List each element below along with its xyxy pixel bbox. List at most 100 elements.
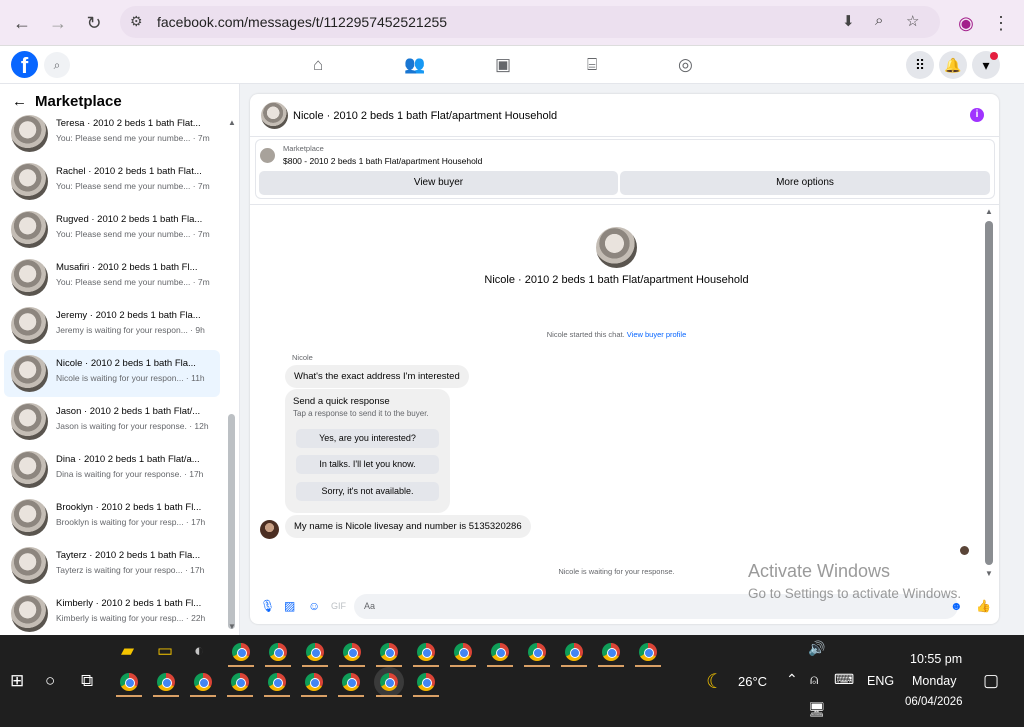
network-icon[interactable]: 🖥 bbox=[808, 701, 826, 718]
search-icon[interactable]: ⌕ bbox=[44, 52, 70, 78]
conversation-item[interactable]: Jeremy · 2010 2 beds 1 bath Fla... Jerem… bbox=[4, 302, 220, 349]
chrome-icon[interactable] bbox=[565, 643, 583, 661]
language-indicator[interactable]: ENG bbox=[867, 674, 894, 688]
emoji-icon[interactable]: ☻ bbox=[950, 599, 963, 613]
volume-icon[interactable]: 🔊 bbox=[808, 640, 825, 657]
running-indicator bbox=[302, 665, 328, 667]
quick-response-button[interactable]: Sorry, it's not available. bbox=[296, 482, 439, 501]
scroll-up-icon[interactable]: ▲ bbox=[985, 207, 993, 216]
conversation-item[interactable]: Kimberly · 2010 2 beds 1 bath Fl... Kimb… bbox=[4, 590, 220, 637]
clock-day[interactable]: Monday bbox=[912, 674, 956, 688]
chrome-icon[interactable] bbox=[454, 643, 472, 661]
groups-icon[interactable]: ◎ bbox=[678, 55, 693, 75]
profile-icon[interactable]: ◉ bbox=[955, 12, 977, 34]
back-arrow-icon[interactable]: ← bbox=[11, 12, 33, 34]
conversation-snippet: Jason is waiting for your response. · 12… bbox=[56, 421, 209, 431]
microphone-icon[interactable]: 🎙 bbox=[260, 599, 275, 613]
chrome-icon[interactable] bbox=[194, 673, 212, 691]
quick-response-button[interactable]: In talks. I'll let you know. bbox=[296, 455, 439, 474]
sidebar-scrollbar[interactable] bbox=[228, 414, 235, 629]
site-settings-icon[interactable]: ⚙ bbox=[130, 13, 143, 30]
chrome-icon[interactable] bbox=[342, 673, 360, 691]
chrome-icon[interactable] bbox=[232, 643, 250, 661]
video-icon[interactable]: ▣ bbox=[495, 55, 511, 75]
back-arrow-icon[interactable]: ← bbox=[12, 93, 27, 110]
chrome-icon[interactable] bbox=[417, 673, 435, 691]
address-bar[interactable]: ⚙ facebook.com/messages/t/11229574525212… bbox=[120, 6, 940, 38]
chrome-icon[interactable] bbox=[639, 643, 657, 661]
chat-scrollbar[interactable] bbox=[985, 221, 993, 565]
chrome-icon[interactable] bbox=[305, 673, 323, 691]
home-icon[interactable]: ⌂ bbox=[313, 55, 323, 75]
browser-menu-icon[interactable]: ⋮ bbox=[990, 12, 1012, 34]
chrome-icon[interactable] bbox=[491, 643, 509, 661]
conversation-name: Jason · 2010 2 beds 1 bath Flat/... bbox=[56, 406, 201, 417]
notification-center-icon[interactable]: ▢ bbox=[983, 671, 999, 691]
view-buyer-button[interactable]: View buyer bbox=[259, 171, 618, 195]
task-view-icon[interactable]: ⧉ bbox=[81, 671, 93, 691]
chrome-icon[interactable] bbox=[417, 643, 435, 661]
conversation-item[interactable]: Dina · 2010 2 beds 1 bath Flat/a... Dina… bbox=[4, 446, 220, 493]
reload-icon[interactable]: ↻ bbox=[83, 12, 105, 34]
chrome-icon[interactable] bbox=[120, 673, 138, 691]
scroll-down-icon[interactable]: ▼ bbox=[228, 622, 236, 631]
conversation-item[interactable]: Brooklyn · 2010 2 beds 1 bath Fl... Broo… bbox=[4, 494, 220, 541]
conversation-item[interactable]: Rugved · 2010 2 beds 1 bath Fla... You: … bbox=[4, 206, 220, 253]
facebook-logo-icon[interactable]: f bbox=[11, 51, 38, 78]
more-options-button[interactable]: More options bbox=[620, 171, 990, 195]
temperature[interactable]: 26°C bbox=[738, 674, 767, 689]
windows-start-icon[interactable]: ⊞ bbox=[10, 671, 24, 691]
quick-response-button[interactable]: Yes, are you interested? bbox=[296, 429, 439, 448]
keyboard-icon[interactable]: ⌨ bbox=[834, 671, 854, 688]
listing-card: Marketplace $800 - 2010 2 beds 1 bath Fl… bbox=[255, 139, 995, 199]
conversation-item[interactable]: Jason · 2010 2 beds 1 bath Flat/... Jaso… bbox=[4, 398, 220, 445]
quick-response-subtitle: Tap a response to send it to the buyer. bbox=[293, 409, 429, 418]
chat-title[interactable]: Nicole · 2010 2 beds 1 bath Flat/apartme… bbox=[293, 110, 557, 122]
url-text[interactable]: facebook.com/messages/t/1122957452521255 bbox=[157, 14, 447, 30]
conversation-item[interactable]: Musafiri · 2010 2 beds 1 bath Fl... You:… bbox=[4, 254, 220, 301]
sticky-notes-icon[interactable]: ▰ bbox=[121, 641, 134, 661]
conversation-item-active[interactable]: Nicole · 2010 2 beds 1 bath Fla... Nicol… bbox=[4, 350, 220, 397]
chrome-icon[interactable] bbox=[343, 643, 361, 661]
file-explorer-icon[interactable]: ▭ bbox=[157, 641, 173, 661]
scroll-down-icon[interactable]: ▼ bbox=[985, 569, 993, 578]
photo-icon[interactable]: ▨ bbox=[284, 599, 295, 613]
friends-icon[interactable]: 👥 bbox=[404, 55, 425, 75]
zoom-icon[interactable]: ⌕ bbox=[875, 12, 883, 29]
chrome-icon[interactable] bbox=[306, 643, 324, 661]
forward-arrow-icon[interactable]: → bbox=[47, 12, 69, 34]
chevron-up-icon[interactable]: ⌃ bbox=[786, 671, 798, 688]
chrome-icon[interactable] bbox=[380, 643, 398, 661]
listing-price[interactable]: $800 - 2010 2 beds 1 bath Flat/apartment… bbox=[283, 156, 482, 166]
moon-weather-icon[interactable]: ☾ bbox=[706, 669, 724, 694]
conversation-item[interactable]: Rachel · 2010 2 beds 1 bath Flat... You:… bbox=[4, 158, 220, 205]
read-receipt-avatar bbox=[960, 546, 969, 555]
menu-grid-icon[interactable]: ⠿ bbox=[906, 51, 934, 79]
chrome-icon[interactable] bbox=[157, 673, 175, 691]
conversation-item[interactable]: Tayterz · 2010 2 beds 1 bath Fla... Tayt… bbox=[4, 542, 220, 589]
gif-icon[interactable]: GIF bbox=[331, 601, 346, 611]
chrome-icon[interactable] bbox=[231, 673, 249, 691]
search-icon[interactable]: ○ bbox=[45, 671, 55, 691]
marketplace-icon[interactable]: ⌸ bbox=[587, 55, 597, 75]
meet-icon[interactable]: ⍝ bbox=[810, 671, 818, 688]
scroll-up-icon[interactable]: ▲ bbox=[228, 118, 236, 127]
thumbs-up-icon[interactable]: 👍 bbox=[976, 599, 991, 613]
chrome-icon[interactable] bbox=[602, 643, 620, 661]
clock-time[interactable]: 10:55 pm bbox=[910, 652, 962, 666]
install-app-icon[interactable]: ⬇ bbox=[842, 12, 855, 30]
sticker-icon[interactable]: ☺ bbox=[308, 599, 320, 613]
clock-date[interactable]: 06/04/2026 bbox=[905, 696, 963, 708]
app-icon[interactable]: ◐ bbox=[194, 641, 204, 661]
chrome-icon[interactable] bbox=[268, 673, 286, 691]
avatar bbox=[11, 451, 48, 488]
chrome-icon-active[interactable] bbox=[374, 667, 404, 697]
conversation-item[interactable]: Teresa · 2010 2 beds 1 bath Flat... You:… bbox=[4, 110, 220, 157]
chrome-icon[interactable] bbox=[528, 643, 546, 661]
avatar bbox=[11, 595, 48, 632]
view-buyer-profile-link[interactable]: View buyer profile bbox=[627, 330, 686, 339]
notifications-bell-icon[interactable]: 🔔 bbox=[939, 51, 967, 79]
info-icon[interactable]: i bbox=[970, 108, 984, 122]
bookmark-star-icon[interactable]: ☆ bbox=[906, 12, 919, 30]
chrome-icon[interactable] bbox=[269, 643, 287, 661]
